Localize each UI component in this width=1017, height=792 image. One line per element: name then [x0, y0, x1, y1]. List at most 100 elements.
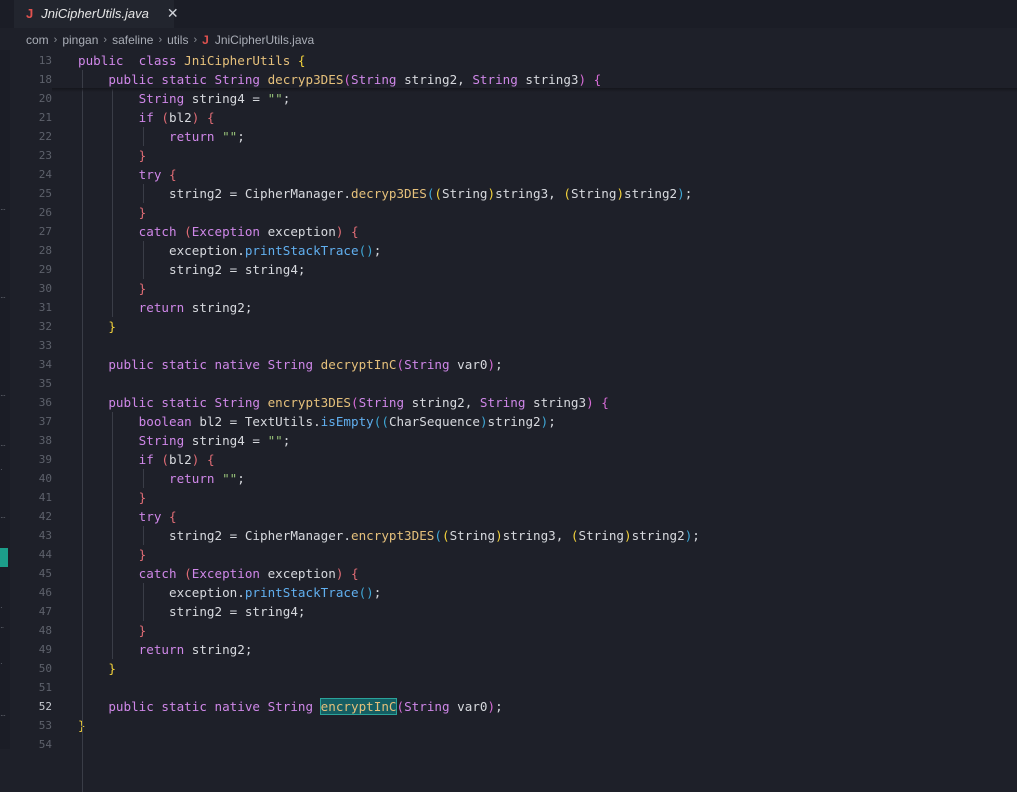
code-token: String — [449, 528, 496, 543]
breadcrumb-item-com[interactable]: com — [26, 33, 49, 47]
line-number: 48 — [38, 624, 52, 637]
code-token: isEmpty — [320, 414, 374, 429]
chevron-right-icon: › — [103, 34, 108, 46]
code-line[interactable]: if (bl2) { — [78, 450, 215, 469]
code-token: String — [214, 395, 268, 410]
breadcrumb-item-file[interactable]: JniCipherUtils.java — [215, 33, 314, 47]
code-token: return — [169, 129, 223, 144]
breadcrumb-item-pingan[interactable]: pingan — [62, 33, 98, 47]
code-line[interactable]: return string2; — [78, 640, 253, 659]
code-token: } — [138, 205, 147, 220]
line-number: 28 — [38, 244, 52, 257]
breadcrumb-item-safeline[interactable]: safeline — [112, 33, 153, 47]
code-token: if — [138, 452, 162, 467]
code-line[interactable]: string2 = CipherManager.encrypt3DES((Str… — [78, 526, 700, 545]
code-token: ; — [684, 186, 693, 201]
line-number: 40 — [38, 472, 52, 485]
fold-marker-icon: ··· — [0, 441, 6, 450]
code-token: ; — [282, 91, 291, 106]
code-line[interactable]: public class JniCipherUtils { — [78, 51, 306, 70]
code-line[interactable]: boolean bl2 = TextUtils.isEmpty((CharSeq… — [78, 412, 556, 431]
breadcrumb-item-utils[interactable]: utils — [167, 33, 188, 47]
code-line[interactable]: exception.printStackTrace(); — [78, 583, 381, 602]
code-token: var0 — [457, 699, 488, 714]
code-token: return — [138, 300, 192, 315]
code-token: "" — [267, 91, 283, 106]
chevron-right-icon: › — [193, 34, 198, 46]
code-token: public — [78, 53, 124, 68]
code-line[interactable]: string2 = CipherManager.decryp3DES((Stri… — [78, 184, 692, 203]
code-token: String — [578, 528, 625, 543]
code-token: ( — [343, 72, 351, 87]
code-token: { — [351, 566, 359, 581]
code-token: String — [442, 186, 488, 201]
code-token: ) — [487, 699, 496, 714]
code-token: Exception — [191, 224, 268, 239]
code-line[interactable]: String string4 = ""; — [78, 431, 291, 450]
indent-guide — [142, 184, 144, 203]
code-token: String — [479, 395, 533, 410]
code-token: public static native — [108, 357, 268, 372]
code-editor[interactable]: ··· ··· ··· ··· · ··· · ·· · ··· 13 18 20 2… — [0, 50, 1017, 792]
code-line[interactable]: return string2; — [78, 298, 253, 317]
code-token: ; — [495, 699, 503, 714]
line-number: 51 — [38, 681, 52, 694]
indent-guide — [142, 469, 144, 488]
fold-marker-icon: · — [0, 659, 3, 668]
scroll-position-marker[interactable] — [0, 548, 8, 567]
code-token: "" — [222, 129, 238, 144]
code-line[interactable]: catch (Exception exception) { — [78, 564, 359, 583]
code-token: ( — [563, 186, 571, 201]
code-token: ) — [586, 395, 594, 410]
code-line[interactable]: try { — [78, 165, 177, 184]
indent-guide — [142, 241, 144, 279]
code-line[interactable]: public static String encrypt3DES(String … — [78, 393, 609, 412]
indent-guide — [142, 583, 144, 621]
code-line[interactable]: public static native String decryptInC(S… — [78, 355, 502, 374]
code-line[interactable]: public static String decryp3DES(String s… — [78, 70, 601, 89]
code-token: ) — [487, 357, 496, 372]
code-line[interactable]: return ""; — [78, 469, 245, 488]
code-line[interactable]: try { — [78, 507, 177, 526]
code-token: JniCipherUtils — [184, 53, 298, 68]
code-token: string2 = string4; — [169, 604, 306, 619]
code-token: bl2 — [169, 452, 192, 467]
code-token: public static — [108, 72, 215, 87]
code-line[interactable]: } — [78, 659, 116, 678]
tab-jnicipherutils[interactable]: J JniCipherUtils.java ✕ — [14, 0, 179, 28]
code-token: ; — [237, 129, 245, 144]
code-token: String — [138, 433, 192, 448]
code-line[interactable]: } — [78, 317, 116, 336]
line-number: 23 — [38, 149, 52, 162]
line-number: 30 — [38, 282, 52, 295]
close-icon[interactable]: ✕ — [167, 5, 179, 22]
code-token: if — [138, 110, 162, 125]
code-token: encrypt3DES — [350, 528, 435, 543]
code-line[interactable]: if (bl2) { — [78, 108, 215, 127]
code-token: } — [138, 490, 147, 505]
code-token: ( — [434, 528, 442, 543]
code-token: catch — [138, 224, 185, 239]
code-line[interactable]: return ""; — [78, 127, 245, 146]
code-token: String — [358, 395, 412, 410]
code-line[interactable]: public static native String encryptInC(S… — [78, 697, 503, 716]
code-line[interactable]: exception.printStackTrace(); — [78, 241, 381, 260]
code-token: exception — [267, 224, 336, 239]
code-token: { — [601, 395, 609, 410]
line-number: 22 — [38, 130, 52, 143]
code-token: } — [138, 281, 147, 296]
code-line[interactable]: catch (Exception exception) { — [78, 222, 359, 241]
